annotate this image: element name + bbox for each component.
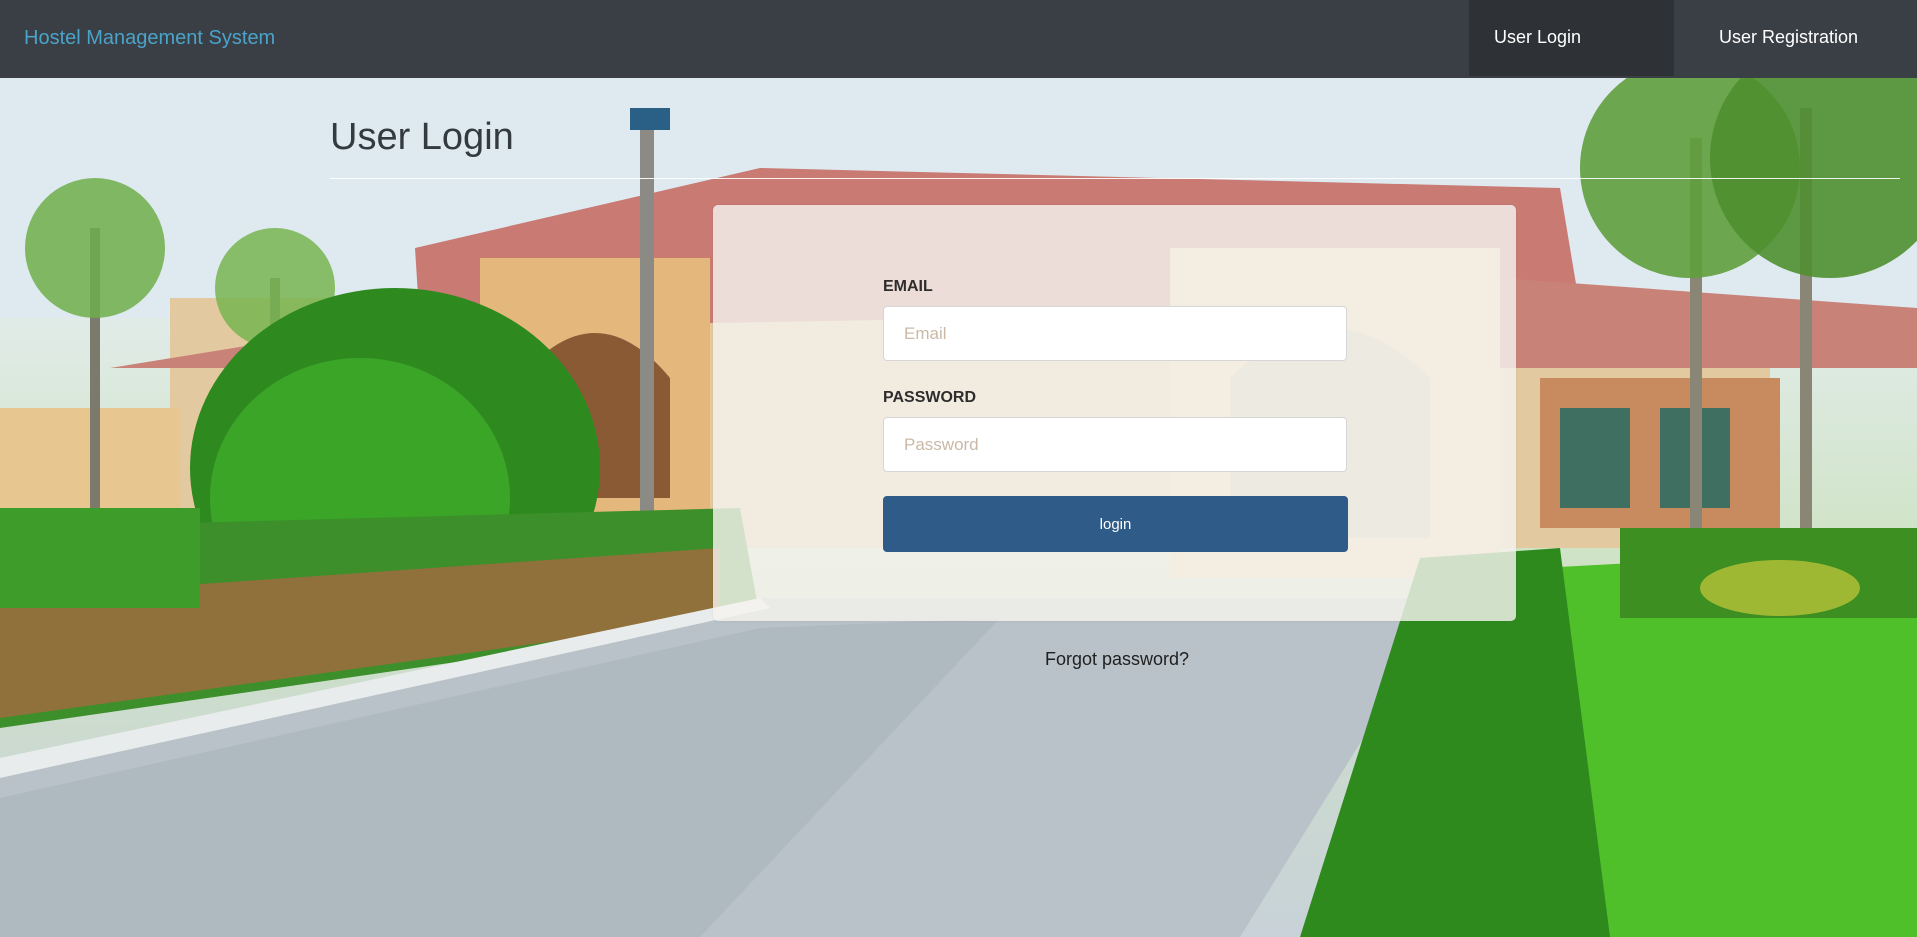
title-divider: [330, 178, 1900, 179]
login-button[interactable]: login: [883, 496, 1348, 552]
nav-user-registration[interactable]: User Registration: [1719, 27, 1858, 48]
email-field[interactable]: [883, 306, 1347, 361]
nav-user-login[interactable]: User Login: [1494, 27, 1581, 48]
password-label: PASSWORD: [883, 389, 977, 406]
page-title: User Login: [330, 116, 514, 158]
login-panel: [713, 205, 1516, 621]
forgot-password-link[interactable]: Forgot password?: [1045, 649, 1189, 670]
brand-link[interactable]: Hostel Management System: [24, 27, 275, 50]
navbar: Hostel Management System User Login User…: [0, 0, 1917, 78]
password-field[interactable]: [883, 417, 1347, 472]
email-label: EMAIL: [883, 278, 933, 295]
